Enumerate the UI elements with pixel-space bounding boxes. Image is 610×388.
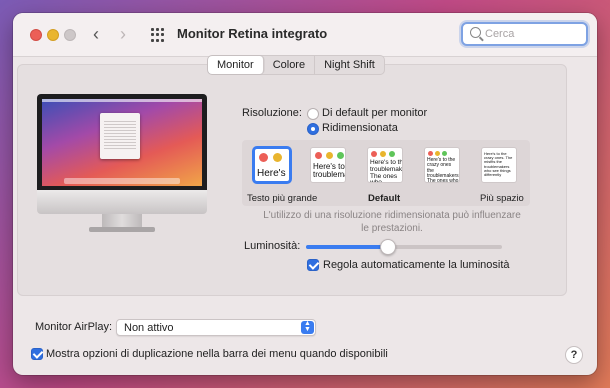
- help-button[interactable]: ?: [565, 346, 583, 364]
- brightness-label: Luminosità:: [244, 240, 301, 252]
- dock: [64, 178, 180, 184]
- search-input[interactable]: [485, 26, 581, 42]
- imac-illustration: [37, 94, 207, 244]
- tab-monitor[interactable]: Monitor: [208, 56, 264, 74]
- radio-scaled-label: Ridimensionata: [322, 122, 398, 134]
- resolution-label: Risoluzione:: [242, 107, 302, 119]
- airplay-popup[interactable]: Non attivo ▲ ▼: [116, 319, 316, 336]
- resolution-thumb-more-space[interactable]: Here's to the crazy ones. The misfits th…: [481, 147, 517, 183]
- resolution-thumb-larger-text[interactable]: Here's: [252, 146, 292, 184]
- scale-label-larger-text: Testo più grande: [247, 193, 318, 204]
- minimize-button[interactable]: [47, 29, 59, 41]
- title-bar: ‹ › Monitor Retina integrato: [13, 13, 597, 57]
- zoom-button[interactable]: [64, 29, 76, 41]
- tab-bar: Monitor Colore Night Shift: [207, 55, 385, 75]
- scale-label-default: Default: [368, 193, 401, 204]
- resolution-thumb-default[interactable]: Here's to the troublemakers. The ones wh…: [367, 147, 403, 183]
- search-field[interactable]: [461, 22, 588, 46]
- show-all-grid-icon[interactable]: [151, 28, 165, 42]
- airplay-value: Non attivo: [124, 322, 174, 334]
- scaled-resolution-note: L'utilizzo di una risoluzione ridimensio…: [263, 210, 521, 234]
- scale-label-more-space: Più spazio: [480, 193, 524, 204]
- chevron-left-icon[interactable]: ‹: [93, 24, 99, 44]
- mirroring-options-label: Mostra opzioni di duplicazione nella bar…: [46, 348, 388, 360]
- imac-bezel: [37, 94, 207, 190]
- imac-screen: [42, 99, 202, 186]
- popup-arrows-icon: ▲ ▼: [301, 320, 314, 334]
- radio-default-label: Di default per monitor: [322, 107, 428, 119]
- search-icon: [470, 27, 481, 38]
- radio-scaled[interactable]: [307, 123, 319, 135]
- close-button[interactable]: [30, 29, 42, 41]
- window-title: Monitor Retina integrato: [177, 26, 328, 41]
- tab-night-shift[interactable]: Night Shift: [315, 56, 384, 74]
- tab-colore[interactable]: Colore: [264, 56, 316, 74]
- airplay-label: Monitor AirPlay:: [35, 321, 113, 333]
- chevron-right-icon[interactable]: ›: [120, 24, 126, 44]
- brightness-slider-fill: [306, 245, 389, 249]
- resolution-thumb-2[interactable]: Here's to troublemak: [310, 147, 346, 183]
- auto-brightness-checkbox[interactable]: [307, 259, 319, 271]
- auto-brightness-label: Regola automaticamente la luminosità: [323, 259, 510, 271]
- mirroring-options-checkbox[interactable]: [31, 348, 43, 360]
- radio-default-for-display[interactable]: [307, 108, 319, 120]
- resolution-thumb-4[interactable]: Here's to the crazy ones the troublemake…: [424, 147, 460, 183]
